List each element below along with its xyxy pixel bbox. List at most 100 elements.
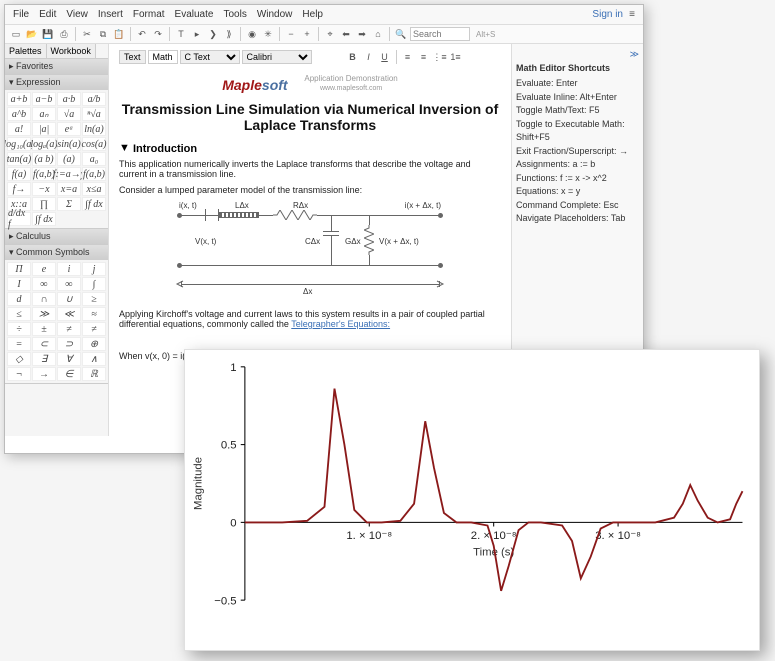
palette-symbol-cell[interactable]: ≠ [82, 322, 106, 336]
print-icon[interactable]: ⎙ [57, 27, 71, 41]
palette-expr-cell[interactable]: f(a) [7, 167, 31, 181]
palette-symbol-cell[interactable]: ⊂ [32, 337, 56, 351]
palette-expr-cell[interactable]: tan(a) [7, 152, 31, 166]
search-input[interactable] [410, 27, 470, 41]
palette-expr-cell[interactable]: (a b) [32, 152, 56, 166]
palette-symbol-cell[interactable]: ≥ [82, 292, 106, 306]
palette-expr-cell[interactable]: eᵃ [57, 122, 81, 136]
menu-tools[interactable]: Tools [219, 7, 250, 22]
palette-expr-cell[interactable]: a₀ [82, 152, 106, 166]
palette-expr-cell[interactable]: a−b [32, 92, 56, 106]
menu-help[interactable]: Help [298, 7, 327, 22]
home-icon[interactable]: ⌂ [371, 27, 385, 41]
palette-symbol-cell[interactable]: ≈ [82, 307, 106, 321]
align-left-icon[interactable]: ≡ [401, 50, 415, 64]
menu-window[interactable]: Window [253, 7, 297, 22]
palette-expr-cell[interactable]: sin(a) [57, 137, 81, 151]
zoom-out-icon[interactable]: − [284, 27, 298, 41]
palette-symbol-cell[interactable]: ∫ [82, 277, 106, 291]
mode-math-button[interactable]: Math [148, 50, 178, 64]
palette-expression-header[interactable]: ▾ Expression [5, 75, 108, 90]
telegrapher-link[interactable]: Telegrapher's Equations: [291, 319, 390, 329]
menu-file[interactable]: File [9, 7, 33, 22]
palette-symbol-cell[interactable]: I [7, 277, 31, 291]
palette-expr-cell[interactable]: ∫f dx [82, 197, 106, 211]
palette-expr-cell[interactable]: f→ [7, 182, 31, 196]
open-icon[interactable]: 📂 [25, 27, 39, 41]
palette-expr-cell[interactable]: Σ [57, 197, 81, 211]
search-icon[interactable]: 🔍 [394, 27, 408, 41]
palette-symbol-cell[interactable]: ∀ [57, 352, 81, 366]
palette-expr-cell[interactable]: logₐ(a) [32, 137, 56, 151]
menu-insert[interactable]: Insert [94, 7, 127, 22]
underline-button[interactable]: U [378, 50, 392, 64]
palette-expr-cell[interactable]: f:=a→y [57, 167, 81, 181]
palette-expr-cell[interactable]: log₁₀(a) [7, 137, 31, 151]
debug-icon[interactable]: ✳ [261, 27, 275, 41]
text-mode-icon[interactable]: T [174, 27, 188, 41]
undo-icon[interactable]: ↶ [135, 27, 149, 41]
new-doc-icon[interactable]: ▭ [9, 27, 23, 41]
palette-common-header[interactable]: ▾ Common Symbols [5, 245, 108, 260]
section-icon[interactable]: ▸ [190, 27, 204, 41]
copy-icon[interactable]: ⧉ [96, 27, 110, 41]
context-select[interactable]: C Text [180, 50, 240, 64]
tool-icon[interactable]: ⌖ [323, 27, 337, 41]
palette-expr-cell[interactable]: aₙ [32, 107, 56, 121]
palette-symbol-cell[interactable]: ℝ [82, 367, 106, 381]
palette-symbol-cell[interactable]: ∩ [32, 292, 56, 306]
mode-text-button[interactable]: Text [119, 50, 146, 64]
palette-expr-cell[interactable]: ln(a) [82, 122, 106, 136]
menu-edit[interactable]: Edit [35, 7, 60, 22]
palette-symbol-cell[interactable]: ± [32, 322, 56, 336]
palette-calculus-header[interactable]: ▸ Calculus [5, 229, 108, 244]
stop-icon[interactable]: ◉ [245, 27, 259, 41]
palette-expr-cell[interactable]: a! [7, 122, 31, 136]
palette-symbol-cell[interactable]: ∪ [57, 292, 81, 306]
palette-symbol-cell[interactable]: i [57, 262, 81, 276]
italic-button[interactable]: I [362, 50, 376, 64]
palette-expr-cell[interactable]: −x [32, 182, 56, 196]
palette-expr-cell[interactable]: a^b [7, 107, 31, 121]
menu-overflow-icon[interactable]: ≡ [625, 8, 639, 22]
palette-expr-cell[interactable]: f(a,b) [82, 167, 106, 181]
palette-expr-cell[interactable]: ⁿ√a [82, 107, 106, 121]
palette-expr-cell[interactable]: ∫f dx [32, 212, 56, 226]
palette-expr-cell[interactable]: a/b [82, 92, 106, 106]
palette-expr-cell[interactable]: cos(a) [82, 137, 106, 151]
menu-view[interactable]: View [62, 7, 92, 22]
fwd-icon[interactable]: ➡ [355, 27, 369, 41]
panel-collapse-icon[interactable]: ≫ [516, 48, 639, 62]
palette-expr-cell[interactable]: (a) [57, 152, 81, 166]
palette-symbol-cell[interactable]: ⊃ [57, 337, 81, 351]
palette-expr-cell[interactable]: √a [57, 107, 81, 121]
palette-favorites-header[interactable]: ▸ Favorites [5, 59, 108, 74]
palette-symbol-cell[interactable]: d [7, 292, 31, 306]
palette-symbol-cell[interactable]: ¬ [7, 367, 31, 381]
palette-tab-palettes[interactable]: Palettes [5, 44, 47, 58]
palette-expr-cell[interactable]: x=a [57, 182, 81, 196]
cut-icon[interactable]: ✂ [80, 27, 94, 41]
menu-evaluate[interactable]: Evaluate [171, 7, 218, 22]
menu-format[interactable]: Format [129, 7, 169, 22]
palette-expr-cell[interactable]: a+b [7, 92, 31, 106]
section-introduction[interactable]: ▼ Introduction [119, 143, 501, 155]
zoom-in-icon[interactable]: + [300, 27, 314, 41]
palette-symbol-cell[interactable]: = [7, 337, 31, 351]
sign-in-link[interactable]: Sign in [592, 9, 623, 20]
palette-expr-cell[interactable]: d/dx f [7, 212, 31, 226]
exec-icon[interactable]: ❯ [206, 27, 220, 41]
redo-icon[interactable]: ↷ [151, 27, 165, 41]
palette-symbol-cell[interactable]: ∞ [57, 277, 81, 291]
palette-symbol-cell[interactable]: ∞ [32, 277, 56, 291]
palette-expr-cell[interactable]: x≤a [82, 182, 106, 196]
palette-symbol-cell[interactable]: → [32, 367, 56, 381]
bullets-icon[interactable]: ⋮≡ [433, 50, 447, 64]
bold-button[interactable]: B [346, 50, 360, 64]
palette-symbol-cell[interactable]: Π [7, 262, 31, 276]
palette-symbol-cell[interactable]: e [32, 262, 56, 276]
palette-expr-cell[interactable]: |a| [32, 122, 56, 136]
palette-symbol-cell[interactable]: ∧ [82, 352, 106, 366]
back-icon[interactable]: ⬅ [339, 27, 353, 41]
palette-symbol-cell[interactable]: ⊕ [82, 337, 106, 351]
